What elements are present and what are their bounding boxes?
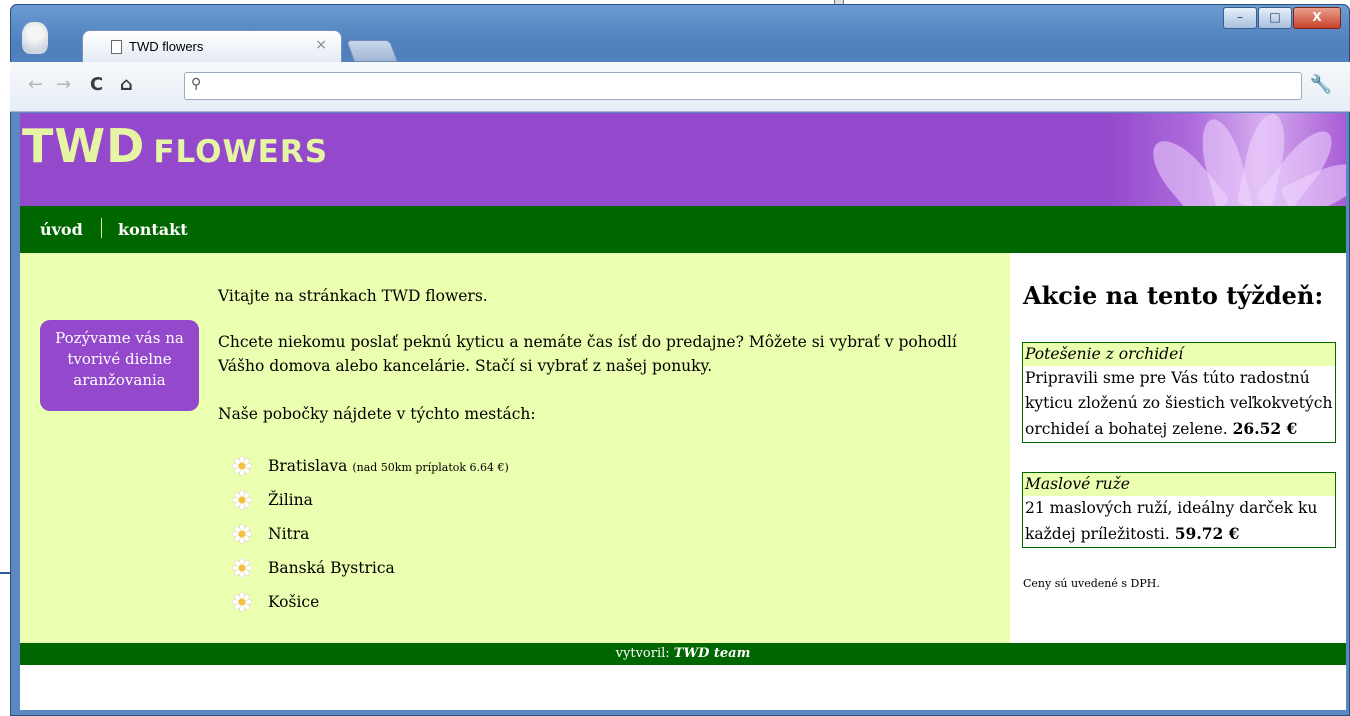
site-header: TWD FLOWERS [20,113,1346,206]
browser-tab[interactable]: TWD flowers × [82,30,342,62]
search-icon: ⚲ [191,76,202,92]
offer-description: Pripravili sme pre Vás túto radostnú kyt… [1023,366,1335,442]
offers-heading: Akcie na tento týždeň: [1023,281,1324,310]
site-title-sub: FLOWERS [153,134,329,170]
daisy-icon [232,558,252,578]
flower-banner-image [1006,113,1346,206]
city-name: Banská Bystrica [268,559,395,577]
vat-note: Ceny sú uvedené s DPH. [1023,577,1160,590]
footer-prefix: vytvoril: [615,646,670,661]
forward-arrow-icon[interactable]: → [56,74,71,95]
site-nav: úvod kontakt [20,206,1346,253]
footer-team: TWD team [673,646,751,661]
list-item: Banská Bystrica [232,551,509,585]
page-icon [111,40,122,54]
city-name: Žilina [268,491,313,509]
back-arrow-icon[interactable]: ← [28,74,43,95]
address-bar[interactable]: ⚲ [184,72,1302,100]
list-item: Košice [232,585,509,619]
profile-avatar-icon[interactable] [22,22,48,54]
home-icon[interactable]: ⌂ [120,74,133,95]
tab-title: TWD flowers [129,39,204,54]
city-name: Košice [268,593,320,611]
workshop-promo-button[interactable]: Pozývame vás na tvorivé dielne aranžovan… [40,320,199,411]
wrench-icon[interactable]: 🔧 [1310,74,1332,95]
site-footer: vytvoril: TWD team [20,643,1346,665]
site-title-main: TWD [22,119,146,173]
page-viewport: TWD FLOWERS úvod kontakt Pozývame vás na … [20,113,1346,710]
address-input[interactable] [211,76,1295,98]
intro-text: Chcete niekomu poslať peknú kyticu a nem… [218,333,957,375]
maximize-button[interactable]: □ [1258,7,1292,29]
main-content: Pozývame vás na tvorivé dielne aranžovan… [20,253,1010,643]
offer-card: Maslové ruže 21 maslových ruží, ideálny … [1022,472,1336,548]
nav-item-kontakt[interactable]: kontakt [118,220,188,239]
offer-price: 26.52 € [1232,419,1298,438]
nav-separator [101,218,102,238]
offer-card: Potešenie z orchideí Pripravili sme pre … [1022,342,1336,443]
offers-sidebar: Akcie na tento týždeň: Potešenie z orchi… [1010,253,1346,643]
list-item: Nitra [232,517,509,551]
new-tab-button[interactable] [345,40,399,62]
city-list: Bratislava (nad 50km príplatok 6.64 €) Ž… [232,449,509,619]
daisy-icon [232,456,252,476]
welcome-text: Vitajte na stránkach TWD flowers. [218,287,488,305]
tab-close-icon[interactable]: × [315,37,327,53]
list-item: Bratislava (nad 50km príplatok 6.64 €) [232,449,509,483]
list-item: Žilina [232,483,509,517]
city-name: Bratislava [268,457,348,475]
minimize-button[interactable]: – [1223,7,1257,29]
window-controls: – □ X [1222,7,1341,29]
branches-heading: Naše pobočky nájdete v týchto mestách: [218,405,536,423]
reload-icon[interactable]: C [90,74,103,95]
offer-title: Potešenie z orchideí [1023,343,1335,366]
daisy-icon [232,490,252,510]
daisy-icon [232,524,252,544]
offer-description: 21 maslových ruží, ideálny darček ku kaž… [1023,496,1335,547]
city-note: (nad 50km príplatok 6.64 €) [352,461,509,474]
daisy-icon [232,592,252,612]
offer-price: 59.72 € [1174,524,1240,543]
offer-text: 21 maslových ruží, ideálny darček ku kaž… [1025,499,1318,543]
nav-item-uvod[interactable]: úvod [40,220,83,239]
city-name: Nitra [268,525,310,543]
offer-title: Maslové ruže [1023,473,1335,496]
browser-toolbar: ← → C ⌂ ⚲ 🔧 [10,62,1350,112]
site-title: TWD FLOWERS [22,119,328,173]
close-window-button[interactable]: X [1293,7,1341,29]
